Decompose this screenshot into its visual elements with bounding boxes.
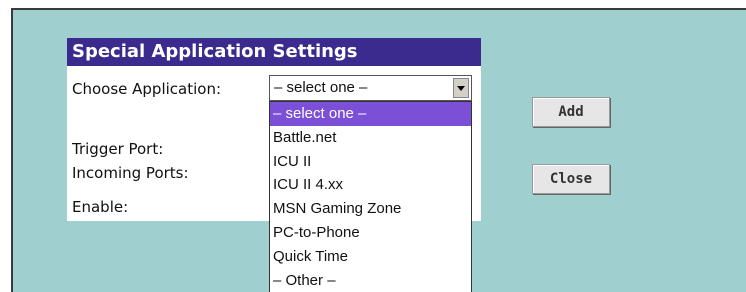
page-title: Special Application Settings <box>67 38 481 66</box>
trigger-port-label: Trigger Port: <box>72 140 164 158</box>
chevron-down-icon[interactable] <box>453 78 469 98</box>
option-battle-net[interactable]: Battle.net <box>270 126 471 150</box>
option-other[interactable]: – Other – <box>270 269 471 292</box>
application-select[interactable]: – select one – <box>269 75 472 101</box>
option-pc-to-phone[interactable]: PC-to-Phone <box>270 221 471 245</box>
choose-application-label: Choose Application: <box>72 80 222 98</box>
option-icu-ii[interactable]: ICU II <box>270 150 471 174</box>
option-quick-time[interactable]: Quick Time <box>270 245 471 269</box>
incoming-ports-label: Incoming Ports: <box>72 164 189 182</box>
add-button[interactable]: Add <box>532 97 610 127</box>
option-msn-gaming-zone[interactable]: MSN Gaming Zone <box>270 197 471 221</box>
close-button[interactable]: Close <box>532 164 610 194</box>
enable-label: Enable: <box>72 198 129 216</box>
application-dropdown-list[interactable]: – select one – Battle.net ICU II ICU II … <box>269 101 472 292</box>
option-icu-ii-4xx[interactable]: ICU II 4.xx <box>270 173 471 197</box>
option-select-one[interactable]: – select one – <box>270 102 471 126</box>
application-select-value: – select one – <box>274 79 368 96</box>
